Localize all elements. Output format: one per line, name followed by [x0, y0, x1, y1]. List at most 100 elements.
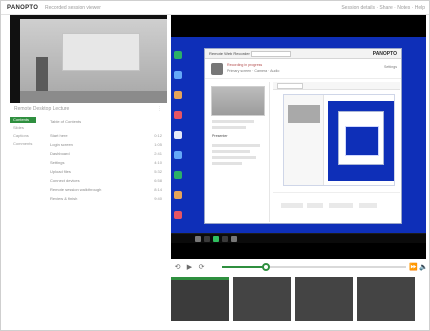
- speed-icon[interactable]: ⏩: [409, 263, 418, 272]
- remote-desktop: Remote Web Recorder PANOPTO Recording in…: [171, 15, 426, 259]
- screen-capture[interactable]: Remote Web Recorder PANOPTO Recording in…: [171, 15, 426, 259]
- timeline-handle[interactable]: [262, 263, 271, 271]
- contents-item-time: 6:58: [154, 178, 162, 183]
- bottom-pill: [307, 203, 323, 208]
- bottom-pill: [281, 203, 303, 208]
- play-icon[interactable]: ▶: [185, 263, 194, 272]
- thumbnail[interactable]: [171, 277, 229, 321]
- remote-main-tab[interactable]: [277, 83, 303, 89]
- tab-captions[interactable]: Captions: [10, 133, 36, 139]
- volume-icon[interactable]: 🔈: [419, 263, 428, 272]
- taskbar: [171, 233, 426, 243]
- contents-item-time: 2:41: [154, 151, 162, 156]
- nested-window-inner: [345, 126, 379, 156]
- remote-window-titlebar: Remote Web Recorder PANOPTO: [205, 49, 401, 59]
- remote-window-title: Remote Web Recorder: [209, 51, 250, 56]
- app-icon[interactable]: [174, 131, 182, 139]
- remote-left-title: Presenter: [212, 134, 228, 138]
- tab-contents[interactable]: Contents: [10, 117, 36, 123]
- app-icon[interactable]: [174, 91, 182, 99]
- camera-whiteboard: [62, 33, 140, 71]
- contents-item-name: Login screen: [50, 142, 73, 147]
- thumbnail[interactable]: [233, 277, 291, 321]
- more-icon[interactable]: ⋮: [157, 106, 162, 112]
- contents-item-time: 5:32: [154, 169, 162, 174]
- remote-left-pane: Presenter: [208, 82, 270, 222]
- remote-window-search[interactable]: [251, 51, 291, 57]
- contents-item-name: Settings: [50, 160, 65, 165]
- nested-thumb: [288, 105, 320, 123]
- tab-slides[interactable]: Slides: [10, 125, 36, 131]
- bottom-pill: [359, 203, 377, 208]
- remote-window[interactable]: Remote Web Recorder PANOPTO Recording in…: [204, 48, 402, 224]
- taskbar-icon[interactable]: [195, 236, 201, 242]
- remote-window-brand: PANOPTO: [372, 51, 397, 57]
- remote-camera-preview: [211, 86, 265, 116]
- app-icon[interactable]: [174, 191, 182, 199]
- contents-item[interactable]: Review & finish 9:40: [50, 196, 162, 202]
- session-title: Remote Desktop Lecture ⋮: [14, 106, 164, 112]
- top-bar: PANOPTO Recorded session viewer Session …: [1, 1, 429, 15]
- remote-left-line: [212, 156, 256, 159]
- contents-item[interactable]: Start here 0:12: [50, 133, 162, 139]
- forward-icon[interactable]: ⟳: [197, 263, 206, 272]
- bottom-pill: [329, 203, 353, 208]
- contents-item-name: Review & finish: [50, 196, 78, 201]
- rewind-icon[interactable]: ⟲: [173, 263, 182, 272]
- session-title-text: Remote Desktop Lecture: [14, 106, 70, 112]
- tab-comments[interactable]: Comments: [10, 141, 36, 147]
- nested-desktop: [328, 101, 394, 181]
- desktop-icon-column: [174, 37, 196, 231]
- remote-left-line: [212, 144, 260, 147]
- contents-item-name: Remote session walkthrough: [50, 187, 102, 192]
- taskbar-icon[interactable]: [213, 236, 219, 242]
- contents-item-time: 0:12: [154, 133, 162, 138]
- brand-logo[interactable]: PANOPTO: [7, 4, 38, 12]
- recording-sources: Primary screen · Camera · Audio: [227, 69, 280, 73]
- app-icon[interactable]: [174, 71, 182, 79]
- app-icon[interactable]: [174, 151, 182, 159]
- nested-left: [284, 95, 324, 185]
- app-icon[interactable]: [174, 171, 182, 179]
- contents-item-name: Dashboard: [50, 151, 70, 156]
- remote-main-toolbar: [273, 82, 400, 90]
- thumbnail[interactable]: [357, 277, 415, 321]
- app-icon[interactable]: [174, 111, 182, 119]
- remote-left-line: [212, 162, 242, 165]
- contents-item-name: Start here: [50, 133, 68, 138]
- remote-left-line: [212, 126, 246, 129]
- contents-header: Table of Contents: [50, 119, 82, 124]
- timeline[interactable]: [222, 263, 406, 271]
- top-title: Recorded session viewer: [45, 5, 101, 11]
- contents-item-name: Connect devices: [50, 178, 80, 183]
- top-actions[interactable]: Session details · Share · Notes · Help: [341, 4, 425, 12]
- contents-item-time: 9:40: [154, 196, 162, 201]
- contents-item[interactable]: Dashboard 2:41: [50, 151, 162, 157]
- app-icon[interactable]: [174, 211, 182, 219]
- remote-main-bottom: [273, 192, 400, 222]
- thumbnail[interactable]: [295, 277, 353, 321]
- contents-item[interactable]: Remote session walkthrough 8:14: [50, 187, 162, 193]
- remote-left-line: [212, 150, 250, 153]
- session-panel: Remote Desktop Lecture ⋮ Contents Slides…: [10, 103, 167, 323]
- contents-item[interactable]: Settings 4:10: [50, 160, 162, 166]
- playback-controls: ⟲ ▶ ⟳ ⏩ 🔈: [171, 259, 428, 275]
- taskbar-icon[interactable]: [204, 236, 210, 242]
- remote-settings[interactable]: Settings: [384, 65, 397, 70]
- nested-recording-preview: [283, 94, 395, 186]
- camera-feed[interactable]: [10, 15, 167, 103]
- contents-item-name: Upload files: [50, 169, 71, 174]
- taskbar-icon[interactable]: [222, 236, 228, 242]
- contents-item[interactable]: Login screen 1:05: [50, 142, 162, 148]
- app-icon[interactable]: [174, 51, 182, 59]
- contents-item[interactable]: Upload files 5:32: [50, 169, 162, 175]
- contents-item-time: 8:14: [154, 187, 162, 192]
- contents-item[interactable]: Connect devices 6:58: [50, 178, 162, 184]
- nested-window: [338, 111, 384, 165]
- recording-status: Recording in progress: [227, 63, 263, 67]
- contents-item-time: 4:10: [154, 160, 162, 165]
- remote-left-line: [212, 120, 254, 123]
- timeline-progress: [222, 266, 267, 268]
- remote-main-pane: [273, 82, 400, 222]
- taskbar-icon[interactable]: [231, 236, 237, 242]
